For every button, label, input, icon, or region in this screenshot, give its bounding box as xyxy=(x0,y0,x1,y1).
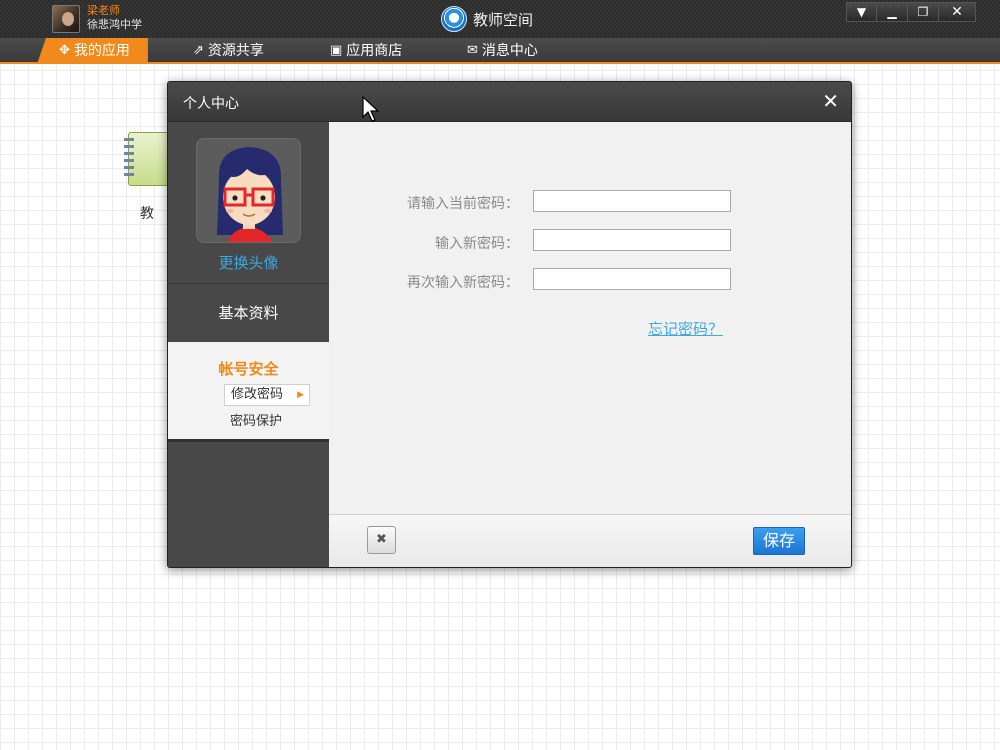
arrow-right-icon: ▶ xyxy=(297,390,304,400)
app-title-group: 教师空间 xyxy=(441,5,533,33)
password-form: 请输入当前密码： 输入新密码： 再次输入新密码： 忘记密码？ xyxy=(329,122,851,514)
tab-label: 消息中心 xyxy=(481,43,538,59)
tab-label: 我的应用 xyxy=(73,43,130,59)
user-avatar[interactable] xyxy=(52,5,80,33)
close-window-button[interactable]: ✕ xyxy=(939,2,976,22)
app-title: 教师空间 xyxy=(473,10,534,29)
dialog-close-button[interactable]: ✕ xyxy=(822,90,839,112)
forgot-password-link[interactable]: 忘记密码？ xyxy=(648,318,723,339)
notebook-icon xyxy=(128,132,172,186)
user-school: 徐悲鸿中学 xyxy=(87,18,142,31)
account-security-title[interactable]: 帐号安全 xyxy=(168,358,329,379)
window-controls: ▼ ▁ ❐ ✕ xyxy=(846,2,976,22)
desktop-app-label[interactable]: 教 xyxy=(140,203,154,223)
desktop-app-icon[interactable] xyxy=(124,128,172,188)
dialog-sidebar: 更换头像 基本资料 帐号安全 修改密码 ▶ 密码保护 xyxy=(168,122,329,567)
profile-avatar[interactable] xyxy=(196,138,301,243)
minimize-button[interactable]: ▁ xyxy=(877,2,908,22)
sidebar-subitem-password-protection[interactable]: 密码保护 xyxy=(230,410,282,429)
tab-message-center[interactable]: ✉ 消息中心 xyxy=(467,38,538,64)
tab-resource-share[interactable]: ⇗ 资源共享 xyxy=(193,38,264,64)
sidebar-subitem-change-password[interactable]: 修改密码 ▶ xyxy=(224,384,310,406)
dropdown-menu-button[interactable]: ▼ xyxy=(846,2,877,22)
current-password-label: 请输入当前密码： xyxy=(407,196,519,212)
sidebar-item-account-security[interactable]: 帐号安全 修改密码 ▶ 密码保护 xyxy=(168,342,329,442)
user-name[interactable]: 梁老师 xyxy=(87,4,120,17)
tab-my-apps[interactable]: ✥ 我的应用 xyxy=(37,38,148,64)
new-password-label: 输入新密码： xyxy=(435,236,519,252)
change-avatar-link[interactable]: 更换头像 xyxy=(168,252,329,273)
current-password-input[interactable] xyxy=(533,190,731,212)
app-logo-icon xyxy=(441,6,467,32)
share-icon: ⇗ xyxy=(193,43,204,58)
tab-app-store[interactable]: ▣ 应用商店 xyxy=(330,38,402,64)
change-password-label: 修改密码 xyxy=(231,387,284,402)
apps-icon: ✥ xyxy=(59,43,70,58)
cancel-button[interactable]: ✖ xyxy=(367,526,396,554)
dialog-title: 个人中心 xyxy=(183,96,239,112)
tab-label: 资源共享 xyxy=(207,43,264,59)
confirm-password-input[interactable] xyxy=(533,268,731,290)
mouse-cursor-icon xyxy=(362,96,380,122)
main-nav: ✥ 我的应用 ⇗ 资源共享 ▣ 应用商店 ✉ 消息中心 xyxy=(0,38,1000,64)
save-button[interactable]: 保存 xyxy=(753,527,805,555)
store-icon: ▣ xyxy=(330,43,343,58)
title-bar: 梁老师 徐悲鸿中学 教师空间 ▼ ▁ ❐ ✕ xyxy=(0,0,1000,38)
confirm-password-label: 再次输入新密码： xyxy=(407,275,519,291)
dialog-header[interactable]: 个人中心 ✕ xyxy=(168,82,851,122)
cartoon-girl-avatar-icon xyxy=(217,147,283,242)
sidebar-item-basic-info[interactable]: 基本资料 xyxy=(168,284,329,342)
tab-label: 应用商店 xyxy=(346,43,403,59)
personal-center-dialog: 个人中心 ✕ 更换头像 基本资料 帐号安全 修改密码 ▶ 密码保护 请输入当前密… xyxy=(167,81,852,568)
restore-button[interactable]: ❐ xyxy=(908,2,939,22)
message-icon: ✉ xyxy=(467,43,478,58)
new-password-input[interactable] xyxy=(533,229,731,251)
dialog-footer: ✖ 保存 xyxy=(329,514,851,567)
